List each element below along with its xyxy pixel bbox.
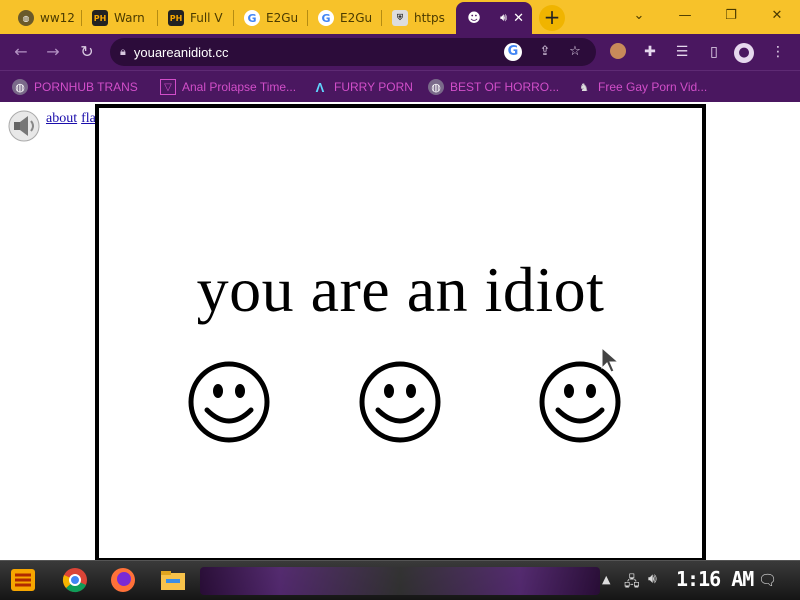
audio-playing-icon[interactable]: 🔊︎: [500, 11, 507, 25]
google-lens-icon[interactable]: G: [504, 43, 522, 61]
bookmark-item[interactable]: ◍ PORNHUB TRANS: [12, 78, 138, 96]
bookmark-item[interactable]: ♞ Free Gay Porn Vid...: [576, 78, 707, 96]
shield-icon: ⛨: [392, 10, 408, 26]
mouse-cursor-icon: [601, 346, 620, 373]
chevron-up-icon[interactable]: ▲: [602, 573, 610, 586]
smiley-icon: [359, 361, 441, 443]
tab-6[interactable]: ⛨ https: [382, 4, 456, 32]
tab-3[interactable]: PH Full V: [158, 4, 234, 32]
smiley-icon: [188, 361, 270, 443]
bookmark-label: Anal Prolapse Time...: [182, 80, 297, 94]
ph-icon: PH: [168, 10, 184, 26]
globe-icon: ◍: [18, 10, 34, 26]
tab-label: Full V: [190, 11, 223, 25]
popup-window: you are an idiot: [95, 104, 706, 562]
share-icon[interactable]: ⇪: [536, 43, 554, 61]
chrome-icon[interactable]: [60, 565, 90, 595]
menu-kebab-icon[interactable]: ⋮: [768, 43, 788, 61]
tab-1[interactable]: ◍ ww12: [8, 4, 82, 32]
bookmark-label: PORNHUB TRANS: [34, 80, 138, 94]
bookmark-item[interactable]: Λ FURRY PORN: [312, 78, 413, 96]
globe-icon: ◍: [12, 79, 28, 95]
volume-icon[interactable]: 🔊︎: [648, 571, 657, 587]
toolbar: ← → ↻ 🔒︎ youareanidiot.cc G ⇪ ☆ ✚ ☰ ▯ ● …: [0, 34, 800, 70]
bookmark-item[interactable]: ▽ Anal Prolapse Time...: [160, 78, 296, 96]
minimize-icon[interactable]: —: [670, 6, 700, 26]
ph-icon: PH: [92, 10, 108, 26]
google-icon: G: [318, 10, 334, 26]
taskbar: ▲ 🖧︎ 🔊︎ 1:16 AM 🗨︎: [0, 560, 800, 600]
close-tab-icon[interactable]: ✕: [513, 11, 524, 26]
back-icon[interactable]: ←: [10, 42, 32, 62]
tab-active[interactable]: ☻ 🔊︎ ✕: [456, 2, 532, 34]
start-button[interactable]: [8, 565, 38, 595]
system-clock[interactable]: 1:16 AM: [676, 567, 754, 591]
chevron-down-icon[interactable]: ⌄: [624, 6, 654, 26]
media-queue-icon[interactable]: ☰: [672, 43, 692, 61]
v-icon: ▽: [160, 79, 176, 95]
fox-icon: ♞: [579, 81, 589, 94]
url-text: youareanidiot.cc: [133, 44, 229, 60]
tab-label: E2Gu: [266, 11, 299, 25]
tab-2[interactable]: PH Warn: [82, 4, 158, 32]
bookmark-label: BEST OF HORRO...: [450, 80, 560, 94]
new-tab-button[interactable]: +: [539, 5, 565, 31]
bookmark-star-icon[interactable]: ☆: [566, 43, 584, 61]
side-panel-icon[interactable]: ▯: [704, 43, 724, 61]
tab-5[interactable]: G E2Gu: [308, 4, 382, 32]
address-bar[interactable]: 🔒︎ youareanidiot.cc G ⇪ ☆: [110, 38, 596, 66]
tab-label: E2Gu: [340, 11, 373, 25]
profile-icon[interactable]: ●: [734, 43, 754, 63]
tab-strip: ◍ ww12 PH Warn PH Full V G E2Gu G E2Gu ⛨…: [0, 0, 800, 34]
page-headline: you are an idiot: [196, 254, 605, 325]
page-content: aboutflash you are an idiot: [0, 102, 800, 562]
tab-4[interactable]: G E2Gu: [234, 4, 308, 32]
extension-avatar-icon[interactable]: [608, 43, 628, 61]
tab-label: Warn: [114, 11, 145, 25]
file-explorer-icon[interactable]: [158, 565, 188, 595]
tab-label: https: [414, 11, 445, 25]
puzzle-icon[interactable]: ✚: [640, 43, 660, 61]
firefox-icon[interactable]: [108, 565, 138, 595]
restore-icon[interactable]: ❐: [716, 6, 746, 26]
reload-icon[interactable]: ↻: [76, 42, 98, 62]
globe-icon: ◍: [428, 79, 444, 95]
about-link[interactable]: about: [46, 111, 77, 126]
bookmark-label: Free Gay Porn Vid...: [598, 80, 708, 94]
lock-icon[interactable]: 🔒︎: [120, 45, 126, 59]
network-icon[interactable]: 🖧︎: [624, 571, 640, 595]
bookmarks-bar: ◍ PORNHUB TRANS ▽ Anal Prolapse Time... …: [0, 70, 800, 102]
close-window-icon[interactable]: ✕: [762, 6, 792, 26]
speaker-icon[interactable]: [8, 110, 40, 142]
bookmark-label: FURRY PORN: [334, 80, 413, 94]
taskbar-decoration: [200, 567, 600, 595]
bookmark-item[interactable]: ◍ BEST OF HORRO...: [428, 78, 559, 96]
google-icon: G: [244, 10, 260, 26]
smiley-icon: ☻: [467, 10, 481, 26]
notification-icon[interactable]: 🗨︎: [758, 571, 777, 589]
a-icon: Λ: [315, 79, 325, 95]
tab-label: ww12: [40, 11, 75, 25]
forward-icon[interactable]: →: [42, 42, 64, 62]
